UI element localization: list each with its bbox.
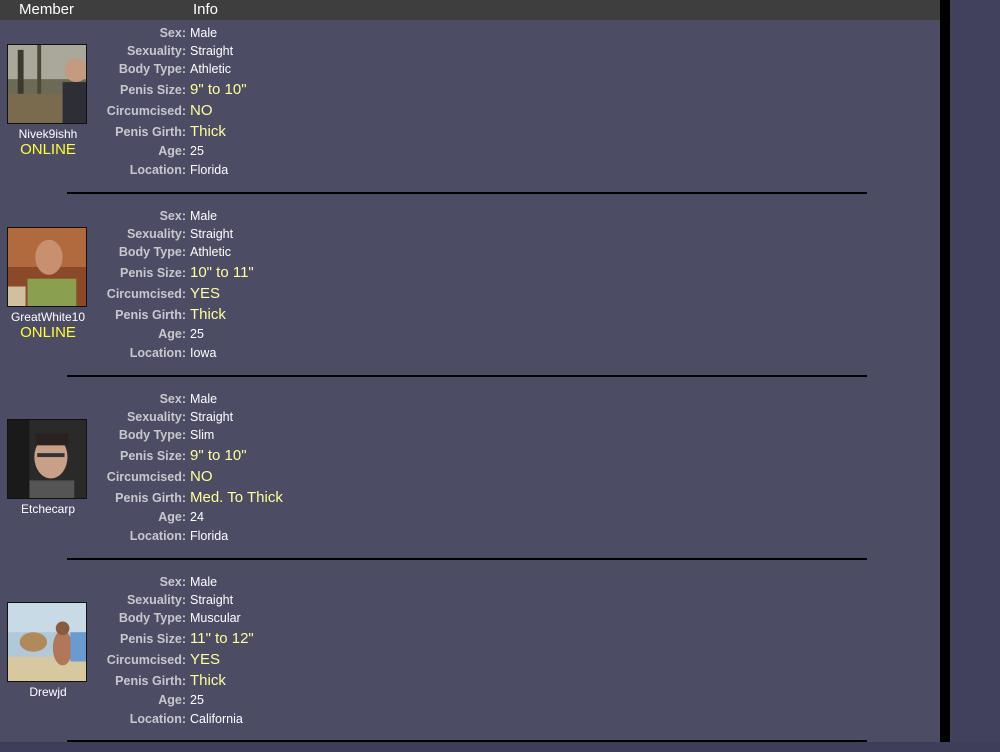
member-column-header: Member xyxy=(19,1,75,18)
age-value: 24 xyxy=(190,510,204,524)
circumcised-value: YES xyxy=(190,651,221,668)
body-type-label: Body Type: xyxy=(118,245,186,259)
age-value: 25 xyxy=(190,693,204,707)
sexuality-label: Sexuality: xyxy=(126,227,186,241)
body-type-value: Athletic xyxy=(190,62,231,76)
penis-girth-label: Penis Girth: xyxy=(115,308,186,322)
sex-value: Male xyxy=(190,392,218,406)
penis-size-value: 11" to 12" xyxy=(190,630,254,647)
location-value: California xyxy=(190,712,243,726)
sex-value: Male xyxy=(190,209,218,223)
separator xyxy=(67,192,867,194)
separator xyxy=(67,558,867,560)
sexuality-label: Sexuality: xyxy=(126,44,186,58)
circumcised-label: Circumcised: xyxy=(106,287,186,301)
body-type-value: Slim xyxy=(190,428,215,442)
age-value: 25 xyxy=(190,144,204,158)
location-value: Iowa xyxy=(190,346,217,360)
body-type-value: Muscular xyxy=(190,611,241,625)
body-type-value: Athletic xyxy=(190,245,231,259)
location-label: Location: xyxy=(129,712,186,726)
circumcised-value: YES xyxy=(190,285,221,302)
penis-size-label: Penis Size: xyxy=(120,266,186,280)
age-label: Age: xyxy=(158,510,186,524)
location-value: Florida xyxy=(190,529,229,543)
penis-girth-value: Thick xyxy=(190,306,226,323)
penis-size-label: Penis Size: xyxy=(120,632,186,646)
member-card: Drewjd Sex: Male Sexuality: Straight Body … xyxy=(0,569,940,752)
circumcised-value: NO xyxy=(190,468,213,485)
sexuality-value: Straight xyxy=(190,227,234,241)
penis-girth-label: Penis Girth: xyxy=(115,125,186,139)
circumcised-value: NO xyxy=(190,102,213,119)
circumcised-label: Circumcised: xyxy=(106,470,186,484)
member-card: Nivek9ishh ONLINE Sex: Male Sexuality: Str… xyxy=(0,20,940,203)
sexuality-value: Straight xyxy=(190,410,234,424)
age-label: Age: xyxy=(158,327,186,341)
page-divider xyxy=(940,0,950,742)
penis-size-label: Penis Size: xyxy=(120,83,186,97)
member-list-panel: Member Info Nivek9ishh ONLINE Sex: Male S… xyxy=(0,0,940,742)
sexuality-label: Sexuality: xyxy=(126,593,186,607)
sex-label: Sex: xyxy=(159,209,186,223)
penis-size-value: 9" to 10" xyxy=(190,447,247,464)
right-panel xyxy=(950,0,1000,742)
penis-girth-value: Thick xyxy=(190,672,226,689)
location-value: Florida xyxy=(190,163,229,177)
body-type-label: Body Type: xyxy=(118,428,186,442)
location-label: Location: xyxy=(129,529,186,543)
sexuality-value: Straight xyxy=(190,593,234,607)
member-card: Etchecarp Sex: Male Sexuality: Straight Bo… xyxy=(0,386,940,569)
sex-value: Male xyxy=(190,575,218,589)
penis-girth-label: Penis Girth: xyxy=(115,491,186,505)
sexuality-value: Straight xyxy=(190,44,234,58)
penis-size-value: 10" to 11" xyxy=(190,264,254,281)
age-label: Age: xyxy=(158,144,186,158)
sex-label: Sex: xyxy=(159,392,186,406)
age-label: Age: xyxy=(158,693,186,707)
body-type-label: Body Type: xyxy=(118,611,186,625)
body-type-label: Body Type: xyxy=(118,62,186,76)
penis-girth-value: Med. To Thick xyxy=(190,489,283,506)
sexuality-label: Sexuality: xyxy=(126,410,186,424)
sex-label: Sex: xyxy=(159,575,186,589)
location-label: Location: xyxy=(129,346,186,360)
penis-size-value: 9" to 10" xyxy=(190,81,247,98)
list-header: Member Info xyxy=(0,0,940,20)
circumcised-label: Circumcised: xyxy=(106,104,186,118)
separator xyxy=(67,375,867,377)
info-column-header: Info xyxy=(193,1,219,18)
location-label: Location: xyxy=(129,163,186,177)
age-value: 25 xyxy=(190,327,204,341)
sex-value: Male xyxy=(190,26,218,40)
penis-girth-label: Penis Girth: xyxy=(115,674,186,688)
member-card: GreatWhite10 ONLINE Sex: Male Sexuality: S… xyxy=(0,203,940,386)
circumcised-label: Circumcised: xyxy=(106,653,186,667)
sex-label: Sex: xyxy=(159,26,186,40)
penis-size-label: Penis Size: xyxy=(120,449,186,463)
penis-girth-value: Thick xyxy=(190,123,226,140)
